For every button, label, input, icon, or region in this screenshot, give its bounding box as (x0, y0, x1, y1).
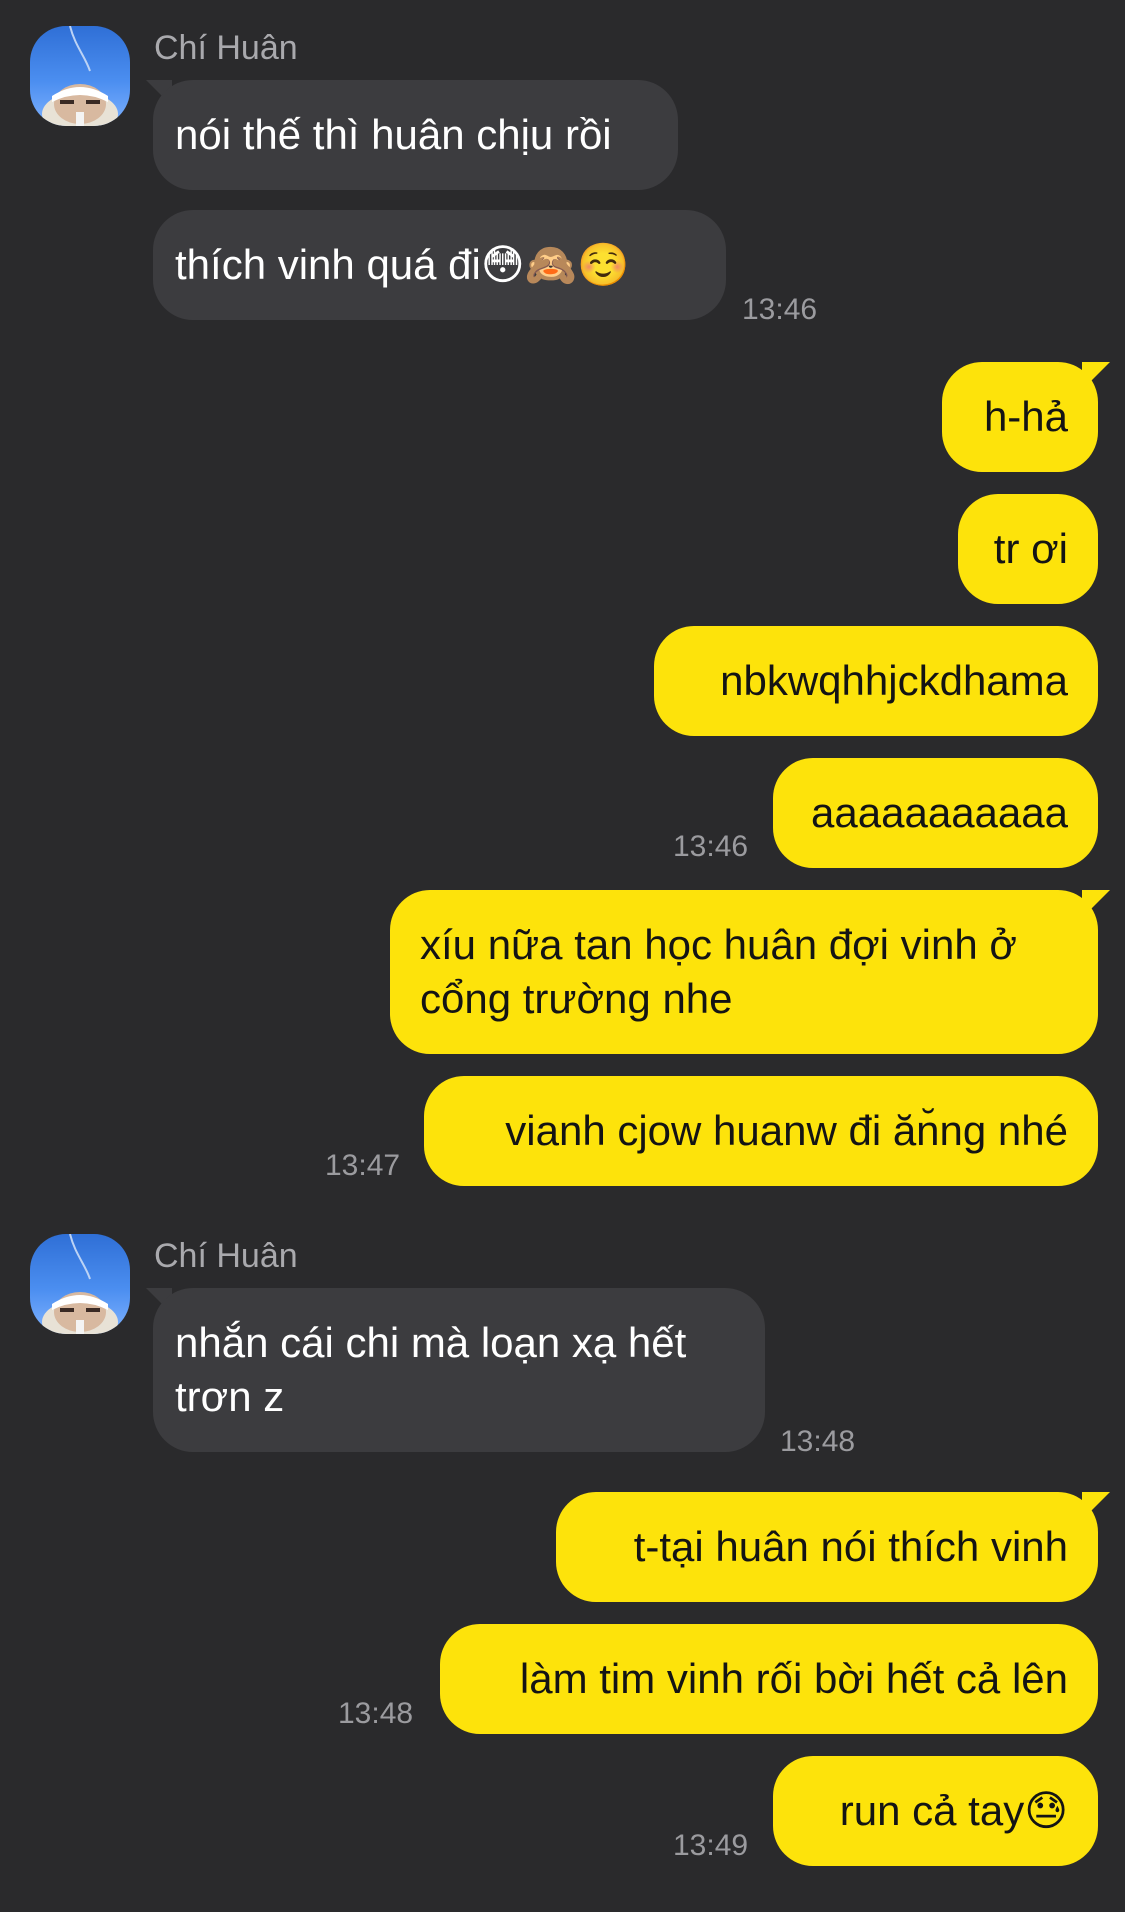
message-text: nbkwqhhjckdhama (720, 657, 1068, 704)
message-bubble-outgoing[interactable]: tr ơi (958, 494, 1098, 604)
message-timestamp: 13:46 (742, 293, 818, 326)
message-text: làm tim vinh rối bời hết cả lên (519, 1655, 1068, 1702)
message-bubble-outgoing[interactable]: xíu nữa tan học huân đợi vinh ở cổng trư… (390, 890, 1098, 1054)
message-text: t-tại huân nói thích vinh (633, 1523, 1068, 1570)
message-bubble-outgoing[interactable]: h-hả (942, 362, 1098, 472)
message-text: h-hả (983, 393, 1068, 440)
message-bubble-incoming[interactable]: nói thế thì huân chịu rồi (153, 80, 678, 190)
message-bubble-incoming[interactable]: nhắn cái chi mà loạn xạ hết trơn z (153, 1288, 765, 1452)
contact-avatar[interactable] (30, 1234, 130, 1334)
message-bubble-outgoing[interactable]: aaaaaaaaaaa (773, 758, 1098, 868)
message-text-line: trơn z (175, 1373, 285, 1420)
message-bubble-outgoing[interactable]: vianh cjow huanw đi ăn̆ng nhé (424, 1076, 1098, 1186)
user-avatar-icon (42, 1234, 118, 1334)
message-text: run cả tay😓 (839, 1787, 1068, 1834)
message-bubble-outgoing[interactable]: nbkwqhhjckdhama (654, 626, 1098, 736)
message-text: nói thế thì huân chịu rồi (175, 111, 612, 158)
bubble-tail (1082, 890, 1110, 918)
message-text: thích vinh quá đi😳🙈☺️ (175, 241, 630, 288)
message-timestamp: 13:47 (325, 1149, 401, 1182)
message-bubble-outgoing[interactable]: t-tại huân nói thích vinh (556, 1492, 1098, 1602)
message-bubble-outgoing[interactable]: run cả tay😓 (773, 1756, 1098, 1866)
message-timestamp: 13:48 (780, 1425, 856, 1458)
message-text: aaaaaaaaaaa (811, 789, 1068, 836)
message-bubble-incoming[interactable]: thích vinh quá đi😳🙈☺️ (153, 210, 726, 320)
contact-avatar[interactable] (30, 26, 130, 126)
message-timestamp: 13:48 (338, 1697, 414, 1730)
message-bubble-outgoing[interactable]: làm tim vinh rối bời hết cả lên (440, 1624, 1098, 1734)
message-timestamp: 13:49 (673, 1829, 749, 1862)
message-text: vianh cjow huanw đi ăn̆ng nhé (505, 1107, 1068, 1154)
sender-name: Chí Huân (154, 1237, 298, 1275)
message-text-line: cổng trường nhe (420, 975, 733, 1022)
bubble-tail (1082, 362, 1110, 390)
message-timestamp: 13:46 (673, 830, 749, 863)
sender-name: Chí Huân (154, 29, 298, 67)
message-text: tr ơi (993, 525, 1068, 572)
message-text-line: nhắn cái chi mà loạn xạ hết (175, 1319, 687, 1366)
bubble-tail (1082, 1492, 1110, 1520)
message-text-line: xíu nữa tan học huân đợi vinh ở (420, 921, 1017, 968)
user-avatar-icon (42, 26, 118, 126)
